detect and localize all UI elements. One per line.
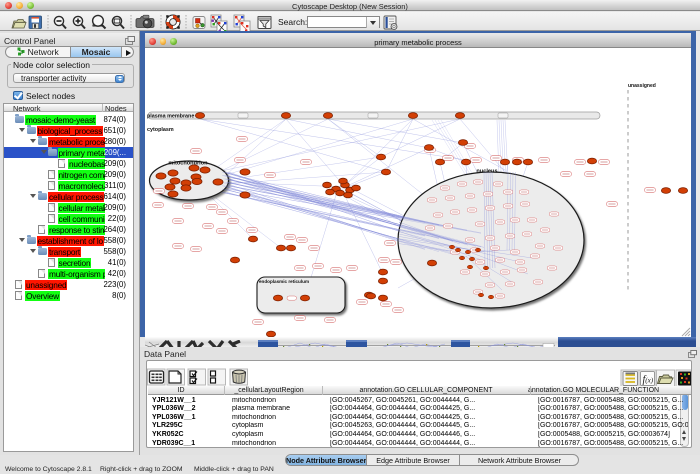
- svg-text:f(x): f(x): [643, 375, 654, 386]
- svg-text:nucleus: nucleus: [476, 169, 497, 175]
- svg-text:plasma membrane: plasma membrane: [147, 114, 194, 120]
- svg-text:endoplasmic reticulum: endoplasmic reticulum: [259, 279, 309, 284]
- svg-text:cytoplasm: cytoplasm: [147, 127, 174, 133]
- svg-text:unassigned: unassigned: [628, 83, 656, 89]
- svg-text:mitochondrion: mitochondrion: [168, 161, 208, 167]
